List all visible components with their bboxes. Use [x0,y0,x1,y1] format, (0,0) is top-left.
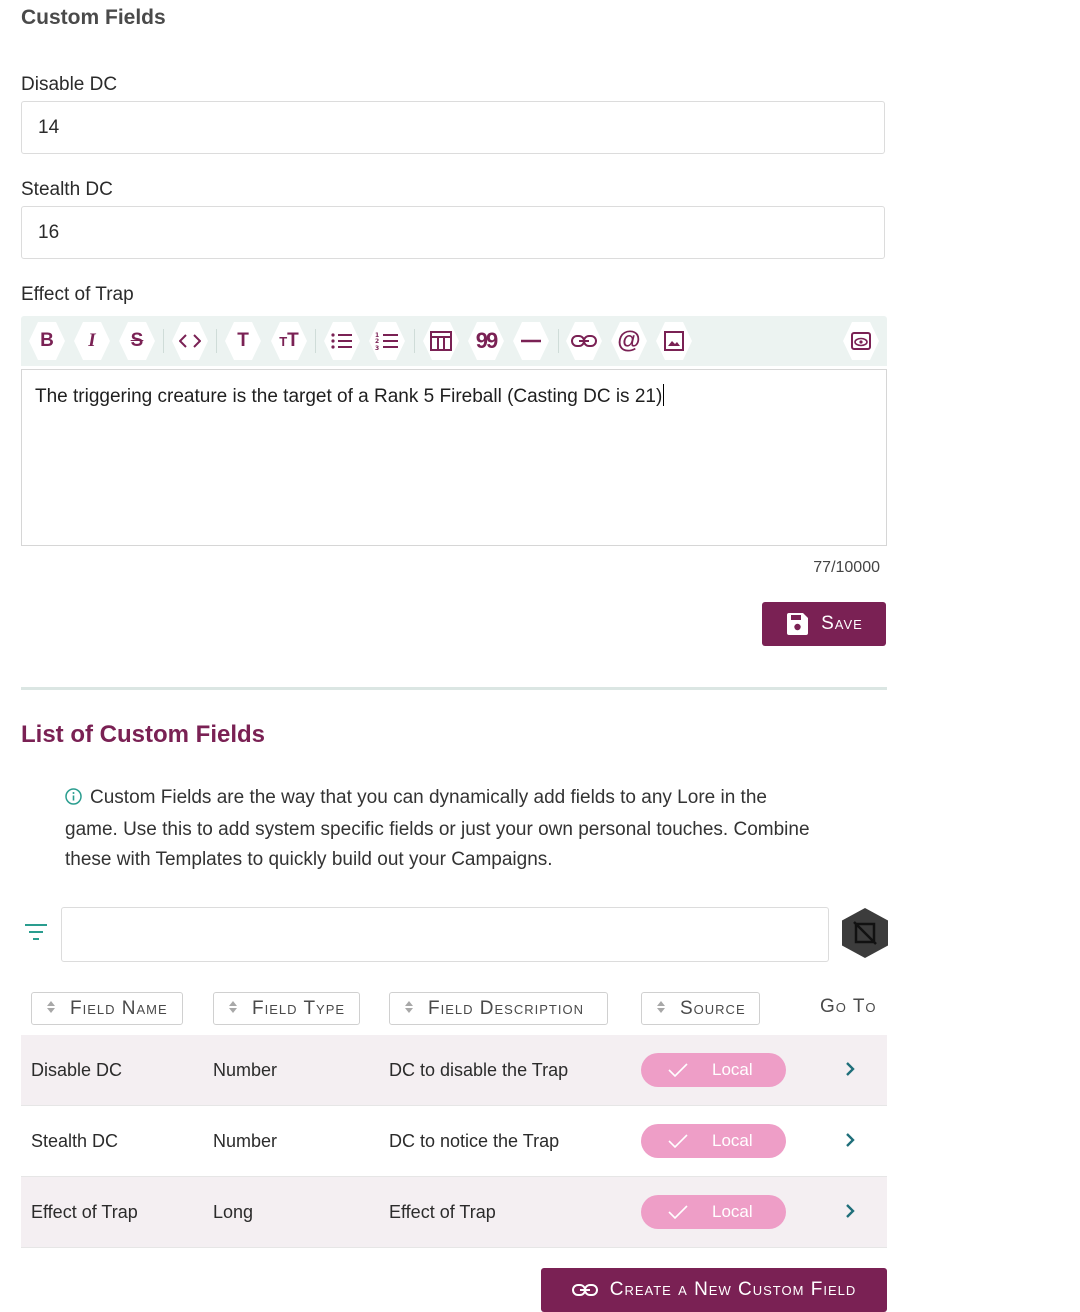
text-size-icon[interactable]: T [225,322,261,360]
cell-field-type: Long [213,1202,254,1222]
source-badge: Local [641,1053,786,1087]
cell-field-description: DC to disable the Trap [389,1060,569,1080]
effect-of-trap-editor[interactable]: The triggering creature is the target of… [21,369,887,546]
column-header-source[interactable]: Source [641,992,760,1025]
page-title: Custom Fields [21,6,166,29]
code-icon[interactable] [172,322,208,360]
list-title: List of Custom Fields [21,721,266,748]
go-to-chevron-icon[interactable] [843,1059,857,1079]
table-icon[interactable] [423,322,459,360]
go-to-chevron-icon[interactable] [843,1130,857,1150]
image-icon[interactable] [656,322,692,360]
disable-dc-value: 14 [38,116,60,138]
filter-input[interactable] [61,907,829,962]
horizontal-rule-icon[interactable] [513,322,549,360]
character-counter: 77/10000 [813,559,880,576]
cell-field-name: Disable DC [31,1060,123,1080]
quote-icon[interactable]: 99 [468,322,504,360]
info-text: Custom Fields are the way that you can d… [65,787,810,870]
column-header-field-name[interactable]: Field Name [31,992,183,1025]
check-icon [668,1205,688,1219]
cell-field-type: Number [213,1131,278,1151]
link-icon [571,1284,598,1296]
italic-icon[interactable]: I [74,322,110,360]
clear-filter-icon [853,921,877,945]
table-row: Disable DC Number DC to disable the Trap… [21,1035,887,1106]
cell-field-name: Effect of Trap [31,1202,138,1222]
save-label: Save [821,613,863,634]
editor-toolbar: B I S T TT 123 99 @ [21,316,887,366]
sort-icon [32,998,70,1020]
bulleted-list-icon[interactable] [324,322,360,360]
clear-filter-button[interactable] [842,908,888,958]
preview-icon[interactable] [843,322,879,360]
sort-icon [214,998,252,1020]
svg-text:3: 3 [375,345,379,351]
numbered-list-icon[interactable]: 123 [369,322,405,360]
stealth-dc-value: 16 [38,221,60,243]
filter-icon[interactable] [24,923,48,946]
save-button[interactable]: Save [762,602,886,646]
source-badge: Local [641,1124,786,1158]
effect-of-trap-label: Effect of Trap [21,284,134,305]
table-row: Effect of Trap Long Effect of Trap Local [21,1177,887,1248]
strikethrough-icon[interactable]: S [119,322,155,360]
bold-icon[interactable]: B [29,322,65,360]
table-row: Stealth DC Number DC to notice the Trap … [21,1106,887,1177]
sort-icon [390,998,428,1020]
column-header-field-type[interactable]: Field Type [213,992,360,1025]
svg-text:2: 2 [375,338,379,345]
cell-field-description: DC to notice the Trap [389,1131,560,1151]
source-badge: Local [641,1195,786,1229]
heading-icon[interactable]: TT [271,322,307,360]
link-icon[interactable] [566,322,602,360]
disable-dc-input[interactable]: 14 [21,101,885,154]
mention-icon[interactable]: @ [611,322,647,360]
disable-dc-label: Disable DC [21,74,118,95]
cell-field-name: Stealth DC [31,1131,119,1151]
info-icon [65,785,82,815]
save-icon [787,613,809,635]
column-header-go-to: Go To [820,996,877,1017]
sort-icon [642,998,680,1020]
section-divider [21,687,887,690]
cell-field-type: Number [213,1060,278,1080]
editor-text: The triggering creature is the target of… [35,386,663,407]
create-custom-field-button[interactable]: Create a New Custom Field [541,1268,887,1312]
check-icon [668,1063,688,1077]
stealth-dc-input[interactable]: 16 [21,206,885,259]
column-header-field-description[interactable]: Field Description [389,992,608,1025]
create-label: Create a New Custom Field [609,1279,857,1300]
info-text-block: Custom Fields are the way that you can d… [65,783,825,875]
go-to-chevron-icon[interactable] [843,1201,857,1221]
cell-field-description: Effect of Trap [389,1202,496,1222]
check-icon [668,1134,688,1148]
stealth-dc-label: Stealth DC [21,179,113,200]
